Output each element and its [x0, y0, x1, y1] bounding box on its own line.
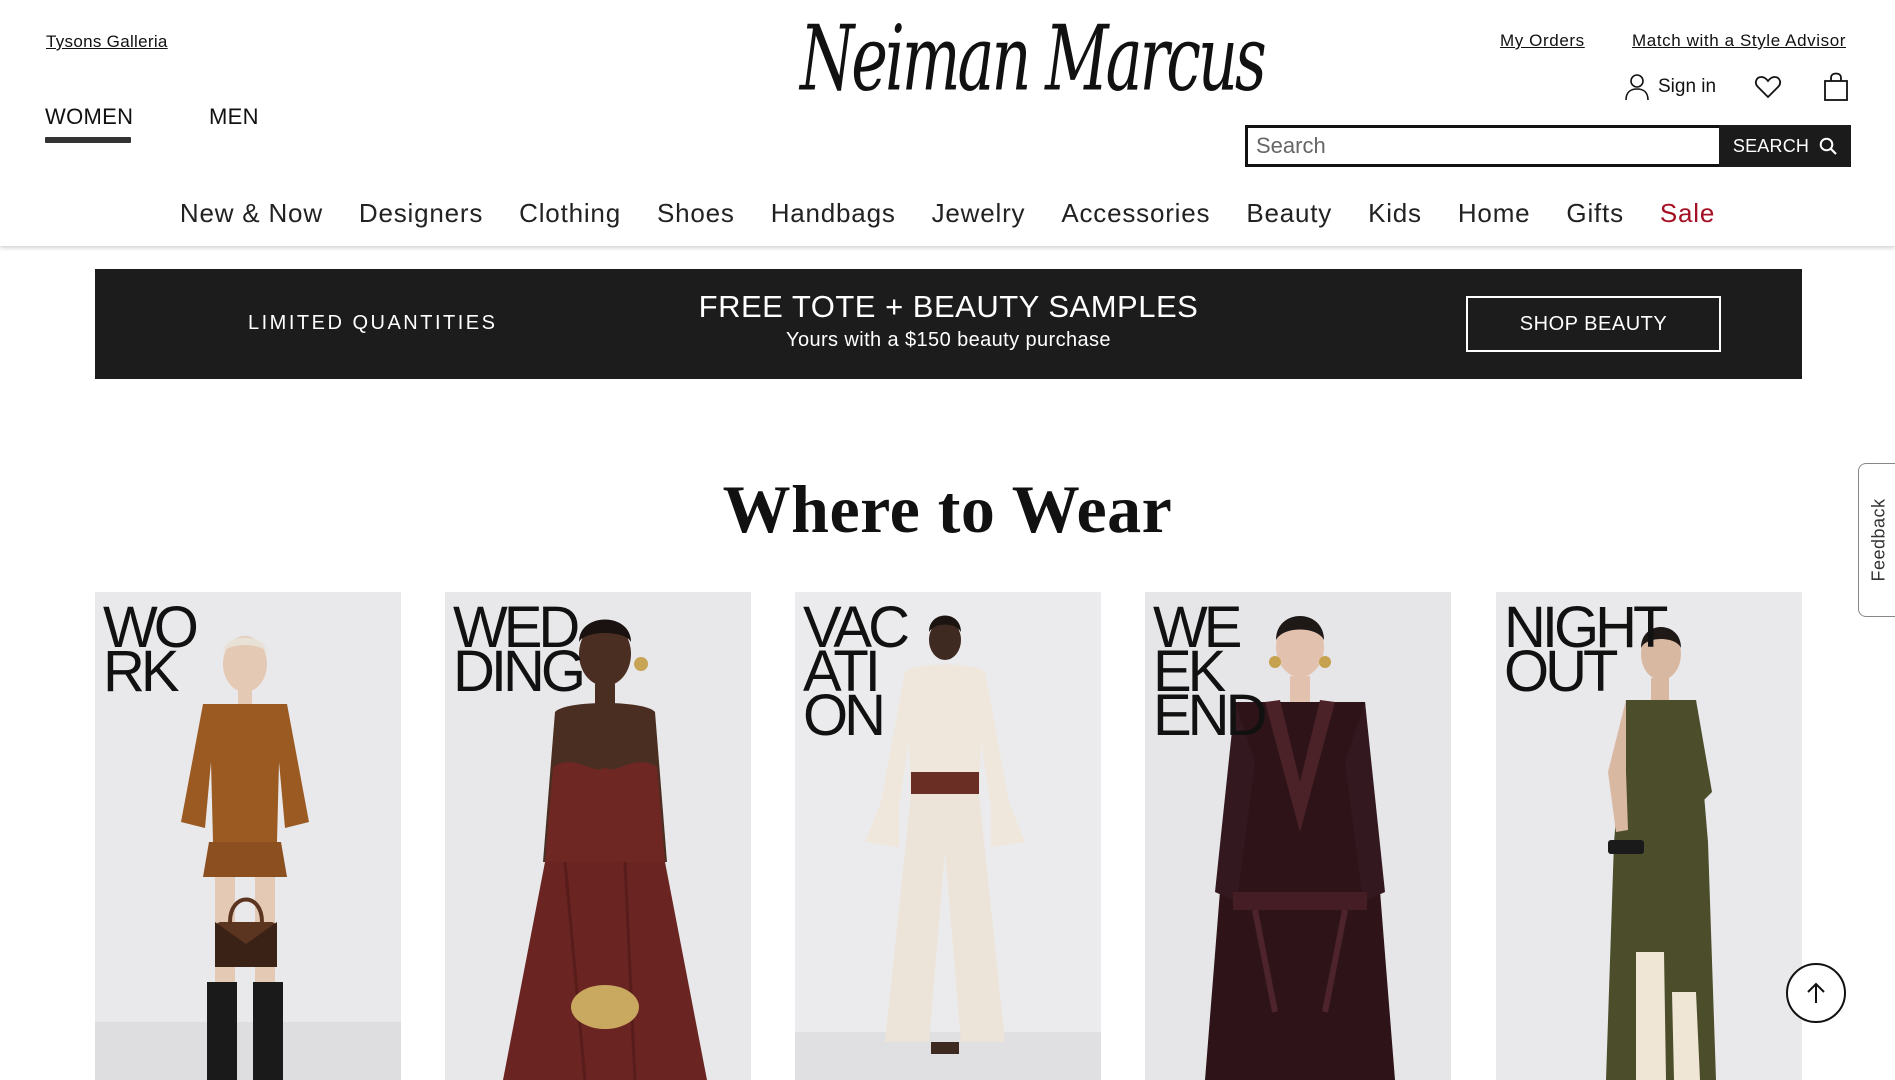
nav-item-home[interactable]: Home — [1440, 198, 1549, 229]
arrow-up-icon — [1807, 982, 1825, 1003]
sign-in-label: Sign in — [1658, 76, 1717, 97]
occasion-label-night-out: NIGHT OUT — [1504, 595, 1668, 704]
nav-item-shoes[interactable]: Shoes — [639, 198, 753, 229]
shopping-bag-icon[interactable] — [1823, 72, 1849, 102]
occasion-card-weekend[interactable]: WE EK END — [1145, 592, 1451, 1080]
nav-item-handbags[interactable]: Handbags — [753, 198, 914, 229]
category-nav: New & Now Designers Clothing Shoes Handb… — [0, 198, 1895, 229]
occasion-card-night-out[interactable]: NIGHT OUT — [1496, 592, 1802, 1080]
my-orders-link[interactable]: My Orders — [1500, 31, 1585, 51]
shop-beauty-button[interactable]: SHOP BEAUTY — [1466, 296, 1721, 352]
nav-item-clothing[interactable]: Clothing — [501, 198, 639, 229]
occasion-card-vacation[interactable]: VAC ATI ON — [795, 592, 1101, 1080]
logo-wordmark: Neiman Marcus — [800, 5, 1267, 112]
feedback-label: Feedback — [1868, 498, 1888, 582]
site-logo[interactable]: Neiman Marcus — [800, 5, 1267, 124]
search-button[interactable]: SEARCH — [1719, 125, 1851, 167]
search-icon — [1819, 137, 1837, 155]
search-bar: SEARCH — [1245, 125, 1851, 167]
occasion-label-work: WO RK — [103, 595, 199, 704]
nav-item-jewelry[interactable]: Jewelry — [914, 198, 1044, 229]
active-tab-indicator — [45, 137, 131, 143]
occasion-card-wedding[interactable]: WED DING — [445, 592, 751, 1080]
occasion-label-wedding: WED DING — [453, 595, 586, 704]
nav-item-designers[interactable]: Designers — [341, 198, 501, 229]
promo-banner: LIMITED QUANTITIES FREE TOTE + BEAUTY SA… — [95, 269, 1802, 379]
nav-item-kids[interactable]: Kids — [1350, 198, 1440, 229]
style-advisor-link[interactable]: Match with a Style Advisor — [1632, 31, 1846, 51]
back-to-top-button[interactable] — [1786, 963, 1846, 1023]
occasion-label-weekend: WE EK END — [1153, 595, 1267, 748]
occasion-card-work[interactable]: WO RK — [95, 592, 401, 1080]
store-location-link[interactable]: Tysons Galleria — [46, 32, 168, 52]
heart-icon[interactable] — [1754, 74, 1782, 100]
tab-women[interactable]: WOMEN — [45, 104, 133, 130]
section-title: Where to Wear — [722, 471, 1173, 547]
occasion-cards: WO RK WED DING VAC ATI ON WE EK END NIGH… — [95, 592, 1802, 1080]
nav-item-sale[interactable]: Sale — [1642, 198, 1733, 229]
search-input[interactable] — [1245, 125, 1719, 167]
site-header: Tysons Galleria WOMEN MEN Neiman Marcus … — [0, 0, 1895, 246]
nav-item-accessories[interactable]: Accessories — [1043, 198, 1228, 229]
nav-item-new-and-now[interactable]: New & Now — [162, 198, 341, 229]
nav-item-beauty[interactable]: Beauty — [1228, 198, 1350, 229]
user-icon — [1625, 74, 1649, 101]
nav-item-gifts[interactable]: Gifts — [1548, 198, 1641, 229]
sign-in-button[interactable]: Sign in — [1624, 72, 1716, 102]
feedback-tab[interactable]: Feedback — [1858, 463, 1895, 617]
occasion-label-vacation: VAC ATI ON — [803, 595, 910, 748]
tab-men[interactable]: MEN — [209, 104, 259, 130]
search-button-label: SEARCH — [1732, 135, 1810, 156]
